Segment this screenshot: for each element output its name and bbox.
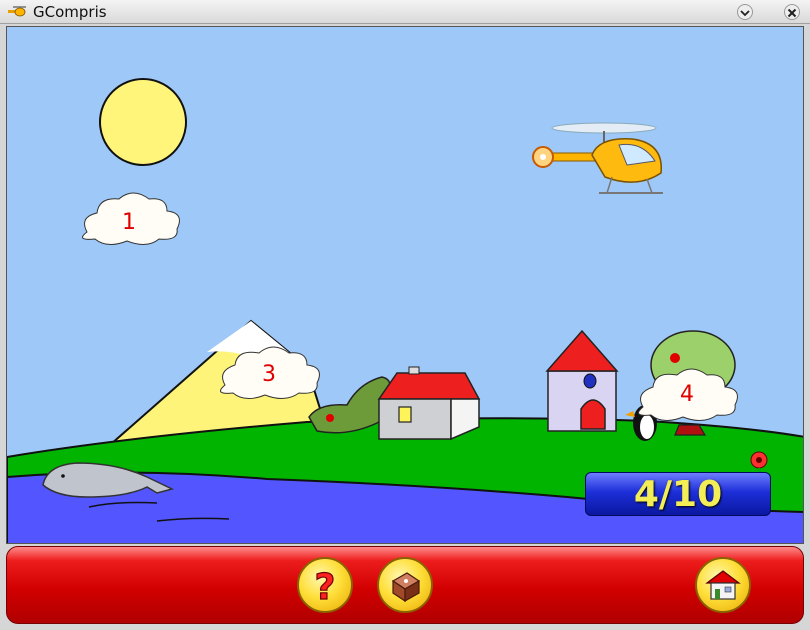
help-button[interactable]: ? <box>297 557 353 613</box>
score-display: 4/10 <box>585 472 771 516</box>
window-titlebar: GCompris <box>0 0 810 24</box>
game-scene: 1 3 4 <box>6 26 804 544</box>
close-icon[interactable] <box>784 4 800 20</box>
dropdown-chevron-icon[interactable] <box>737 4 753 20</box>
house <box>377 366 481 441</box>
cloud-number-4: 4 <box>680 382 694 407</box>
scene-drawing: 1 3 4 <box>7 27 803 543</box>
helicopter-icon <box>8 6 26 17</box>
cloud-number-3: 3 <box>262 362 276 387</box>
svg-text:?: ? <box>315 567 336 608</box>
level-dice-button[interactable] <box>377 557 433 613</box>
sun <box>99 78 187 166</box>
dice-icon <box>391 572 421 603</box>
question-mark-icon: ? <box>314 566 336 608</box>
score-text: 4/10 <box>633 474 723 515</box>
window-title: GCompris <box>33 3 107 21</box>
cloud-number-1: 1 <box>122 210 136 235</box>
house-icon <box>705 570 741 600</box>
home-button[interactable] <box>695 557 751 613</box>
control-bar: ? <box>6 546 804 624</box>
